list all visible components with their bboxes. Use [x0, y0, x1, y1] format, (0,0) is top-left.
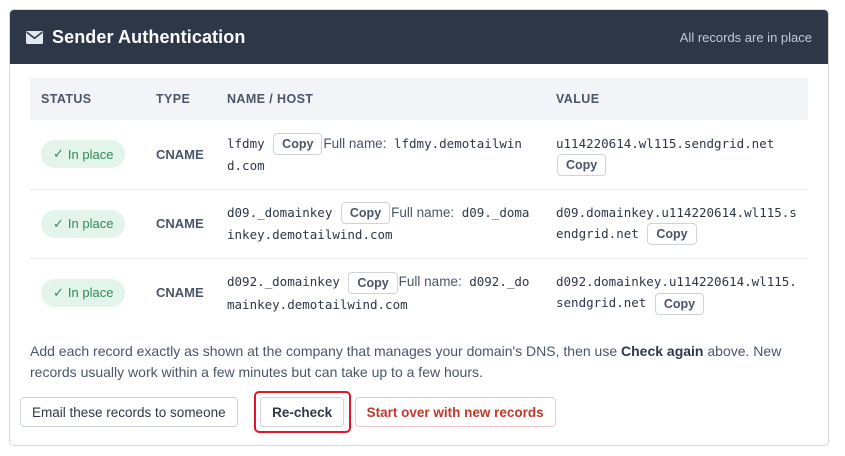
copy-value-button[interactable]: Copy	[647, 223, 697, 246]
table-row: ✓ In place CNAME d09._domainkey Copy Full…	[30, 189, 808, 259]
type-cell: CNAME	[145, 189, 216, 259]
name-host-cell: d092._domainkey Copy Full name: d092._dom…	[216, 258, 545, 327]
host-name: d09._domainkey	[227, 204, 333, 220]
card-header: Sender Authentication All records are in…	[10, 10, 828, 64]
full-name-label: Full name:	[398, 274, 462, 289]
copy-host-button[interactable]: Copy	[273, 133, 323, 155]
value-cell: d09.domainkey.u114220614.wl115.sendgrid.…	[545, 189, 808, 259]
name-host-cell: d09._domainkey Copy Full name: d09._domai…	[216, 189, 545, 259]
action-bar: Email these records to someone Re-check …	[20, 391, 556, 433]
type-cell: CNAME	[156, 285, 204, 301]
name-host-content: lfdmy Copy Full name: lfdmy.demotailwind.…	[227, 133, 534, 177]
status-badge-label: In place	[67, 285, 114, 301]
column-header-type: TYPE	[156, 92, 191, 106]
table-header-row: STATUS TYPE NAME / HOST VALUE	[30, 78, 808, 120]
host-name: lfdmy	[227, 135, 265, 151]
value-cell: u114220614.wl115.sendgrid.net Copy	[545, 120, 808, 190]
help-text: Add each record exactly as shown at the …	[30, 341, 815, 383]
status-badge: ✓ In place	[41, 209, 126, 238]
value-content: d09.domainkey.u114220614.wl115.sendgrid.…	[556, 202, 797, 246]
copy-value-button[interactable]: Copy	[654, 292, 705, 315]
check-icon: ✓	[53, 146, 64, 162]
card-body: STATUS TYPE NAME / HOST VALUE ✓ In place…	[10, 64, 828, 383]
help-text-before: Add each record exactly as shown at the …	[30, 343, 621, 359]
status-badge: ✓ In place	[41, 278, 126, 307]
dns-records-table: STATUS TYPE NAME / HOST VALUE ✓ In place…	[30, 78, 808, 327]
name-host-content: d092._domainkey Copy Full name: d092._dom…	[227, 271, 534, 315]
email-records-button[interactable]: Email these records to someone	[20, 397, 238, 427]
help-text-emphasis: Check again	[621, 343, 704, 359]
copy-value-button[interactable]: Copy	[557, 154, 607, 176]
host-name: d092._domainkey	[227, 274, 340, 289]
name-host-cell: lfdmy Copy Full name: lfdmy.demotailwind.…	[216, 120, 545, 190]
recheck-button[interactable]: Re-check	[260, 397, 345, 427]
table-row: ✓ In place CNAME lfdmy Copy Full name: lf…	[30, 120, 808, 190]
value-content: u114220614.wl115.sendgrid.net Copy	[556, 133, 797, 176]
value-cell: d092.domainkey.u114220614.wl115.sendgrid…	[545, 258, 808, 327]
check-icon: ✓	[53, 215, 64, 231]
status-badge-label: In place	[67, 216, 114, 231]
column-header-name-host: NAME / HOST	[227, 92, 314, 106]
status-cell: ✓ In place	[30, 258, 145, 327]
table-row: ✓ In place CNAME d092._domainkey Copy Ful…	[30, 258, 808, 327]
recheck-highlight: Re-check	[253, 391, 351, 433]
value-content: d092.domainkey.u114220614.wl115.sendgrid…	[556, 271, 797, 315]
type-cell: CNAME	[145, 120, 216, 190]
check-icon: ✓	[53, 284, 64, 300]
sender-authentication-card: Sender Authentication All records are in…	[9, 9, 829, 446]
start-over-button[interactable]: Start over with new records	[354, 397, 556, 427]
header-status-text: All records are in place	[679, 29, 812, 45]
full-name-label: Full name:	[391, 204, 455, 220]
name-host-content: d09._domainkey Copy Full name: d09._domai…	[227, 202, 534, 246]
status-cell: ✓ In place	[30, 120, 145, 190]
card-title: Sender Authentication	[52, 26, 246, 47]
column-header-value: VALUE	[556, 92, 600, 106]
full-name-label: Full name:	[323, 135, 387, 151]
status-cell: ✓ In place	[30, 189, 145, 259]
status-badge: ✓ In place	[41, 140, 126, 169]
status-badge-label: In place	[67, 146, 114, 162]
column-header-status: STATUS	[41, 92, 92, 106]
record-value: u114220614.wl115.sendgrid.net	[556, 135, 775, 151]
envelope-icon	[26, 30, 43, 44]
copy-host-button[interactable]: Copy	[348, 271, 398, 294]
copy-host-button[interactable]: Copy	[340, 202, 391, 225]
header-left: Sender Authentication	[26, 27, 245, 48]
